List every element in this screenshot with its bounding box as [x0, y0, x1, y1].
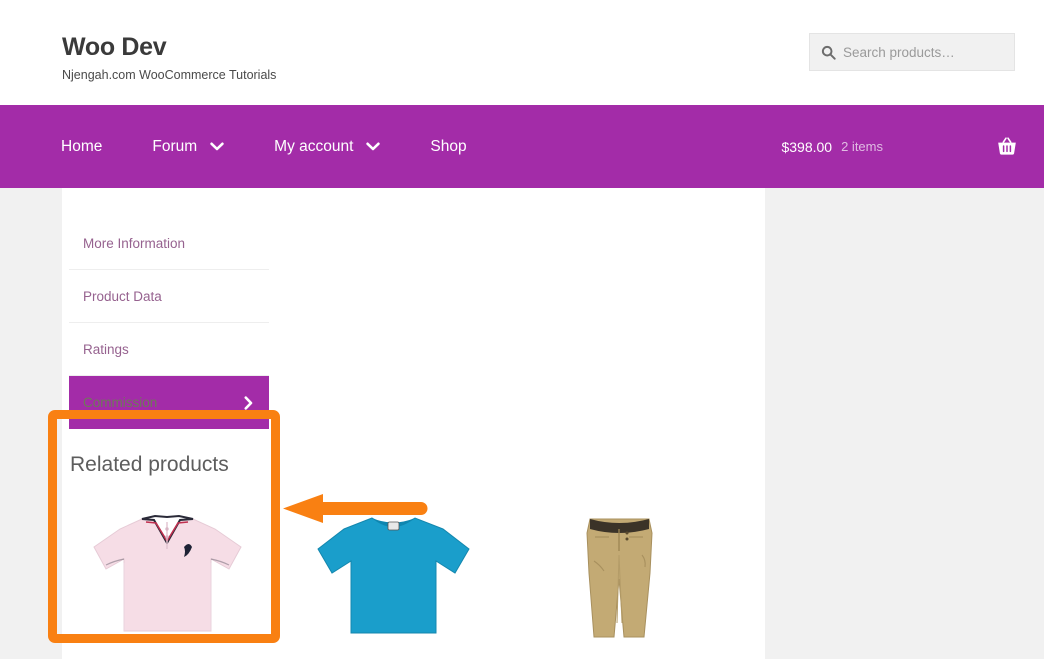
- nav-label-home: Home: [61, 137, 103, 155]
- site-header: Woo Dev Njengah.com WooCommerce Tutorial…: [0, 0, 1044, 105]
- related-products-heading: Related products: [70, 453, 229, 476]
- site-title[interactable]: Woo Dev: [62, 33, 276, 62]
- page-root: Woo Dev Njengah.com WooCommerce Tutorial…: [0, 0, 1044, 659]
- tab-label: Commission: [83, 395, 158, 410]
- nav-item-my-account[interactable]: My account: [260, 132, 394, 162]
- product-tab-commission[interactable]: Commission: [69, 376, 269, 429]
- tab-label: Product Data: [83, 288, 162, 304]
- product-image-blue-tshirt[interactable]: [295, 503, 492, 638]
- chevron-down-icon[interactable]: [210, 142, 224, 151]
- nav-item-forum[interactable]: Forum: [138, 132, 238, 162]
- chevron-right-icon: [244, 395, 253, 410]
- product-search-form[interactable]: [809, 33, 1020, 71]
- search-icon: [820, 44, 836, 60]
- nav-label-shop: Shop: [430, 137, 467, 155]
- product-image-pink-polo-shirt[interactable]: [69, 503, 266, 638]
- related-products-section: Related products: [69, 453, 759, 638]
- cart-item-count: 2 items: [841, 139, 883, 154]
- product-grid: [69, 503, 759, 638]
- search-input[interactable]: [843, 34, 1020, 70]
- nav-list: Home Forum My account Shop: [47, 132, 503, 162]
- shopping-basket-icon[interactable]: [997, 137, 1017, 156]
- content-column: More Information Product Data Ratings Co…: [62, 188, 765, 659]
- product-card-khaki-pants[interactable]: [521, 503, 718, 638]
- cart-area[interactable]: $398.00 2 items: [781, 105, 1017, 188]
- product-tab-ratings[interactable]: Ratings: [69, 323, 269, 376]
- product-card-blue-tshirt[interactable]: [295, 503, 492, 638]
- tab-label: More Information: [83, 235, 186, 251]
- site-branding[interactable]: Woo Dev Njengah.com WooCommerce Tutorial…: [62, 33, 276, 82]
- nav-label-forum: Forum: [152, 137, 198, 155]
- product-image-khaki-pants[interactable]: [521, 503, 718, 638]
- content-area: More Information Product Data Ratings Co…: [0, 188, 1044, 659]
- product-card-pink-polo-shirt[interactable]: [69, 503, 266, 638]
- nav-item-shop[interactable]: Shop: [416, 132, 480, 162]
- product-tab-product-data[interactable]: Product Data: [69, 270, 269, 323]
- primary-navigation: Home Forum My account Shop $398.00 2 ite…: [0, 105, 1044, 188]
- chevron-down-icon[interactable]: [366, 142, 381, 151]
- site-tagline: Njengah.com WooCommerce Tutorials: [62, 67, 277, 82]
- product-tab-more-information[interactable]: More Information: [69, 217, 269, 270]
- nav-label-my-account: My account: [274, 137, 354, 155]
- tab-label: Ratings: [83, 341, 129, 357]
- nav-item-home[interactable]: Home: [47, 132, 116, 162]
- product-tabs-list: More Information Product Data Ratings Co…: [69, 217, 269, 429]
- cart-total-amount: $398.00: [781, 138, 833, 155]
